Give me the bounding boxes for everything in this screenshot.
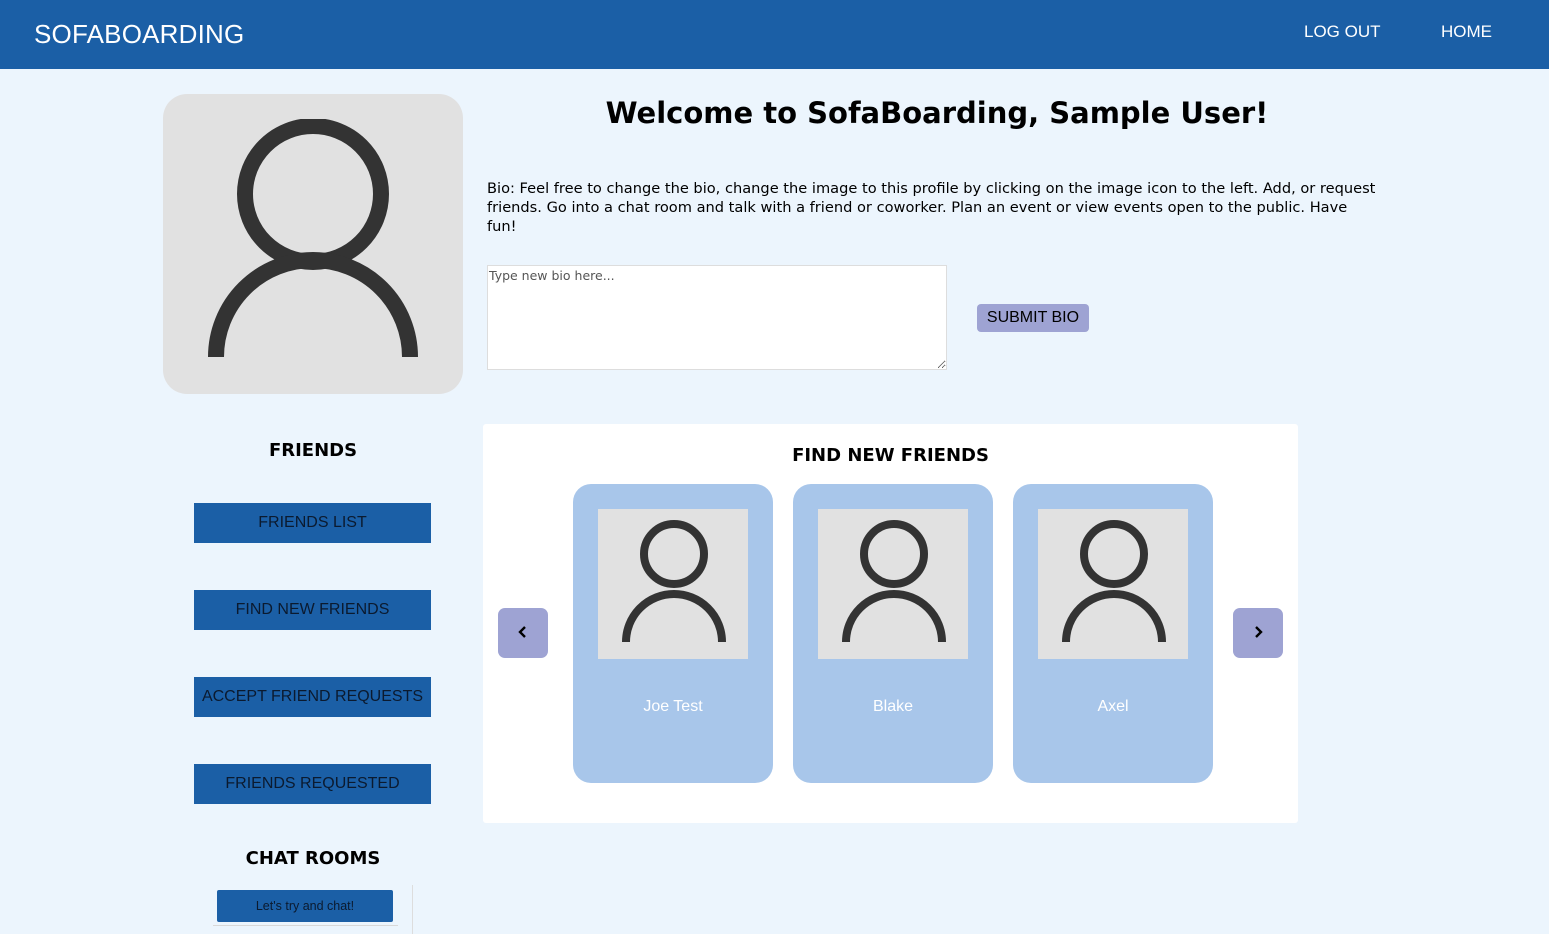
accept-friend-requests-button[interactable]: ACCEPT FRIEND REQUESTS xyxy=(194,677,431,717)
user-silhouette-icon xyxy=(1062,520,1166,643)
friend-name: Blake xyxy=(872,698,914,715)
friend-card[interactable]: Joe Test xyxy=(573,484,773,783)
chat-room-divider xyxy=(213,925,398,926)
friend-avatar xyxy=(598,509,748,659)
home-link[interactable]: HOME xyxy=(1441,22,1492,42)
user-silhouette-icon xyxy=(842,520,946,643)
carousel-prev-button[interactable] xyxy=(498,608,548,658)
submit-bio-button[interactable]: SUBMIT BIO xyxy=(977,304,1089,332)
friend-avatar xyxy=(818,509,968,659)
friend-name: Axel xyxy=(1097,698,1129,715)
friends-requested-button[interactable]: FRIENDS REQUESTED xyxy=(194,764,431,804)
logout-link[interactable]: LOG OUT xyxy=(1304,22,1381,42)
brand-logo-link[interactable]: SOFABOARDING xyxy=(34,19,244,50)
find-new-friends-heading: FIND NEW FRIENDS xyxy=(792,445,989,466)
chat-rooms-heading: CHAT ROOMS xyxy=(245,848,381,869)
user-silhouette-icon xyxy=(622,520,726,643)
friends-list-button[interactable]: FRIENDS LIST xyxy=(194,503,431,543)
chevron-left-icon xyxy=(518,625,526,638)
find-new-friends-panel: FIND NEW FRIENDS Joe Test Blake Axel xyxy=(483,424,1298,823)
top-navbar: SOFABOARDING LOG OUT HOME xyxy=(0,0,1549,69)
friend-name: Joe Test xyxy=(643,698,703,715)
welcome-heading: Welcome to SofaBoarding, Sample User! xyxy=(605,96,1269,130)
friend-card[interactable]: Axel xyxy=(1013,484,1213,783)
find-new-friends-button[interactable]: FIND NEW FRIENDS xyxy=(194,590,431,630)
bio-input[interactable] xyxy=(487,265,947,370)
chevron-right-icon xyxy=(1255,625,1263,638)
friend-card[interactable]: Blake xyxy=(793,484,993,783)
bio-text: Bio: Feel free to change the bio, change… xyxy=(487,180,1376,235)
user-silhouette-icon xyxy=(208,119,418,358)
friends-heading: FRIENDS xyxy=(268,440,358,461)
profile-avatar-button[interactable] xyxy=(163,94,463,394)
friend-avatar xyxy=(1038,509,1188,659)
chat-room-button[interactable]: Let's try and chat! xyxy=(217,890,393,922)
carousel-next-button[interactable] xyxy=(1233,608,1283,658)
